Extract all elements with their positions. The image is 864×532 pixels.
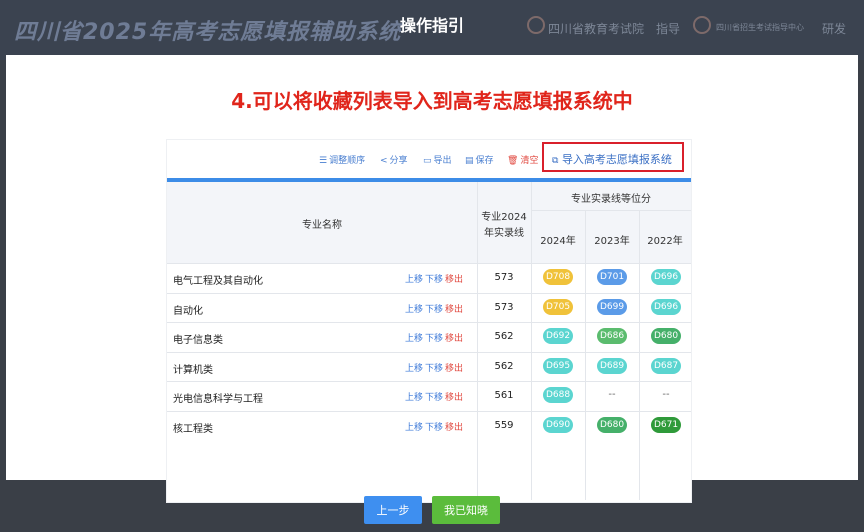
import-system-tool: ⧉ 导入高考志愿填报系统 bbox=[552, 151, 672, 167]
rank-badge: D680 bbox=[651, 328, 681, 344]
remove-link[interactable]: 移出 bbox=[445, 302, 463, 315]
modal-title: 操作指引 bbox=[399, 16, 464, 35]
save-label: 保存 bbox=[475, 156, 494, 166]
export-tool: ▭ 导出 bbox=[423, 153, 452, 166]
move-up-link[interactable]: 上移 bbox=[405, 420, 423, 433]
col-rank-group: 专业实录线等位分 bbox=[571, 194, 651, 205]
share-icon: < bbox=[380, 156, 388, 166]
rank-badge: D705 bbox=[543, 298, 573, 315]
adjust-order-tool: ☰ 调整顺序 bbox=[319, 153, 365, 166]
table-row: 核工程类 上移 下移 移出 559 D690 D680 D671 bbox=[167, 410, 691, 440]
table-row: 电子信息类 上移 下移 移出 562 D692 D686 D680 bbox=[167, 322, 691, 351]
rank-badge: D690 bbox=[543, 416, 573, 433]
adjust-order-label: 调整顺序 bbox=[329, 156, 366, 166]
move-down-link[interactable]: 下移 bbox=[425, 390, 443, 403]
rank-badge: D699 bbox=[597, 298, 627, 315]
rank-empty: -- bbox=[608, 389, 616, 400]
move-down-link[interactable]: 下移 bbox=[425, 302, 443, 315]
rank-badge: D708 bbox=[543, 269, 573, 285]
rank-badge: D687 bbox=[651, 357, 681, 374]
table-header: 专业名称 专业2024 年实录线 专业实录线等位分 2024年 2023年 20… bbox=[167, 182, 691, 263]
col-score-line1: 专业2024 bbox=[481, 212, 527, 223]
rank-badge: D701 bbox=[597, 269, 627, 285]
table-row: 光电信息科学与工程 上移 下移 移出 561 D688 -- -- bbox=[167, 381, 691, 410]
move-down-link[interactable]: 下移 bbox=[425, 420, 443, 433]
move-up-link[interactable]: 上移 bbox=[405, 361, 423, 374]
major-name: 计算机类 bbox=[173, 364, 213, 376]
col-year-2023: 2023年 bbox=[594, 236, 630, 247]
save-icon: ▤ bbox=[465, 156, 474, 166]
export-label: 导出 bbox=[433, 156, 452, 166]
clear-label: 清空 bbox=[520, 156, 539, 166]
score-2024: 561 bbox=[494, 390, 514, 401]
modal-body: 4.可以将收藏列表导入到高考志愿填报系统中 ☰ 调整顺序 < 分享 ▭ 导出 ▤ 保存 … bbox=[6, 55, 858, 503]
move-up-link[interactable]: 上移 bbox=[405, 302, 423, 315]
col-major-name: 专业名称 bbox=[302, 220, 342, 231]
rank-badge: D695 bbox=[543, 357, 573, 374]
step-heading: 4.可以将收藏列表导入到高考志愿填报系统中 bbox=[231, 89, 633, 113]
external-link-icon: ⧉ bbox=[552, 156, 559, 166]
col-divider bbox=[531, 182, 532, 500]
move-up-link[interactable]: 上移 bbox=[405, 390, 423, 403]
move-down-link[interactable]: 下移 bbox=[425, 361, 443, 374]
import-system-highlight: ⧉ 导入高考志愿填报系统 bbox=[542, 142, 684, 172]
major-name: 光电信息科学与工程 bbox=[173, 394, 263, 405]
import-system-label: 导入高考志愿填报系统 bbox=[561, 153, 672, 166]
major-name: 电气工程及其自动化 bbox=[173, 276, 263, 287]
remove-link[interactable]: 移出 bbox=[445, 390, 463, 403]
row-divider bbox=[167, 292, 691, 294]
share-label: 分享 bbox=[389, 156, 408, 166]
rank-badge: D689 bbox=[597, 357, 627, 374]
score-2024: 562 bbox=[494, 331, 514, 342]
row-divider bbox=[167, 410, 691, 412]
header-divider bbox=[531, 210, 691, 211]
row-divider bbox=[167, 263, 691, 264]
score-2024: 573 bbox=[494, 301, 514, 313]
major-name: 自动化 bbox=[173, 305, 203, 317]
remove-link[interactable]: 移出 bbox=[445, 272, 463, 285]
illustration-screenshot: ☰ 调整顺序 < 分享 ▭ 导出 ▤ 保存 🗑 清空 ⧉ 导入高考志愿填报系统 专业名称 … bbox=[166, 139, 692, 503]
list-icon: ☰ bbox=[319, 156, 328, 166]
row-divider bbox=[167, 381, 691, 382]
acknowledge-button[interactable]: 我已知晓 bbox=[432, 496, 500, 524]
major-name: 电子信息类 bbox=[173, 335, 223, 346]
table-row: 电气工程及其自动化 上移 下移 移出 573 D708 D701 D696 bbox=[167, 263, 691, 292]
rank-badge: D696 bbox=[651, 298, 681, 315]
score-2024: 562 bbox=[494, 360, 514, 372]
major-name: 核工程类 bbox=[173, 423, 213, 435]
row-divider bbox=[167, 322, 691, 323]
rank-badge: D696 bbox=[651, 269, 681, 285]
remove-link[interactable]: 移出 bbox=[445, 420, 463, 433]
score-2024: 573 bbox=[494, 272, 514, 283]
save-tool: ▤ 保存 bbox=[465, 153, 494, 166]
rank-badge: D671 bbox=[651, 416, 681, 433]
col-divider bbox=[585, 210, 586, 500]
move-up-link[interactable]: 上移 bbox=[405, 272, 423, 285]
move-down-link[interactable]: 下移 bbox=[425, 272, 443, 285]
share-tool: < 分享 bbox=[380, 153, 408, 166]
move-down-link[interactable]: 下移 bbox=[425, 331, 443, 344]
rank-empty: -- bbox=[662, 389, 670, 400]
table-row: 计算机类 上移 下移 移出 562 D695 D689 D687 bbox=[167, 351, 691, 381]
clear-tool: 🗑 清空 bbox=[507, 153, 538, 166]
row-divider bbox=[167, 351, 691, 353]
prev-step-button[interactable]: 上一步 bbox=[364, 496, 422, 524]
score-2024: 559 bbox=[494, 419, 514, 431]
col-year-2022: 2022年 bbox=[647, 236, 683, 247]
export-icon: ▭ bbox=[423, 156, 432, 166]
remove-link[interactable]: 移出 bbox=[445, 361, 463, 374]
favorites-toolbar: ☰ 调整顺序 < 分享 ▭ 导出 ▤ 保存 🗑 清空 ⧉ 导入高考志愿填报系统 bbox=[167, 140, 691, 178]
table-row: 自动化 上移 下移 移出 573 D705 D699 D696 bbox=[167, 292, 691, 322]
col-year-2024: 2024年 bbox=[540, 236, 576, 247]
rank-badge: D692 bbox=[543, 328, 573, 344]
col-divider bbox=[477, 182, 478, 500]
remove-link[interactable]: 移出 bbox=[445, 331, 463, 344]
col-score-line2: 年实录线 bbox=[484, 228, 524, 239]
rank-badge: D686 bbox=[597, 328, 627, 344]
rank-badge: D680 bbox=[597, 416, 627, 433]
col-divider bbox=[639, 210, 640, 500]
move-up-link[interactable]: 上移 bbox=[405, 331, 423, 344]
rank-badge: D688 bbox=[543, 387, 573, 403]
trash-icon: 🗑 bbox=[507, 156, 519, 166]
